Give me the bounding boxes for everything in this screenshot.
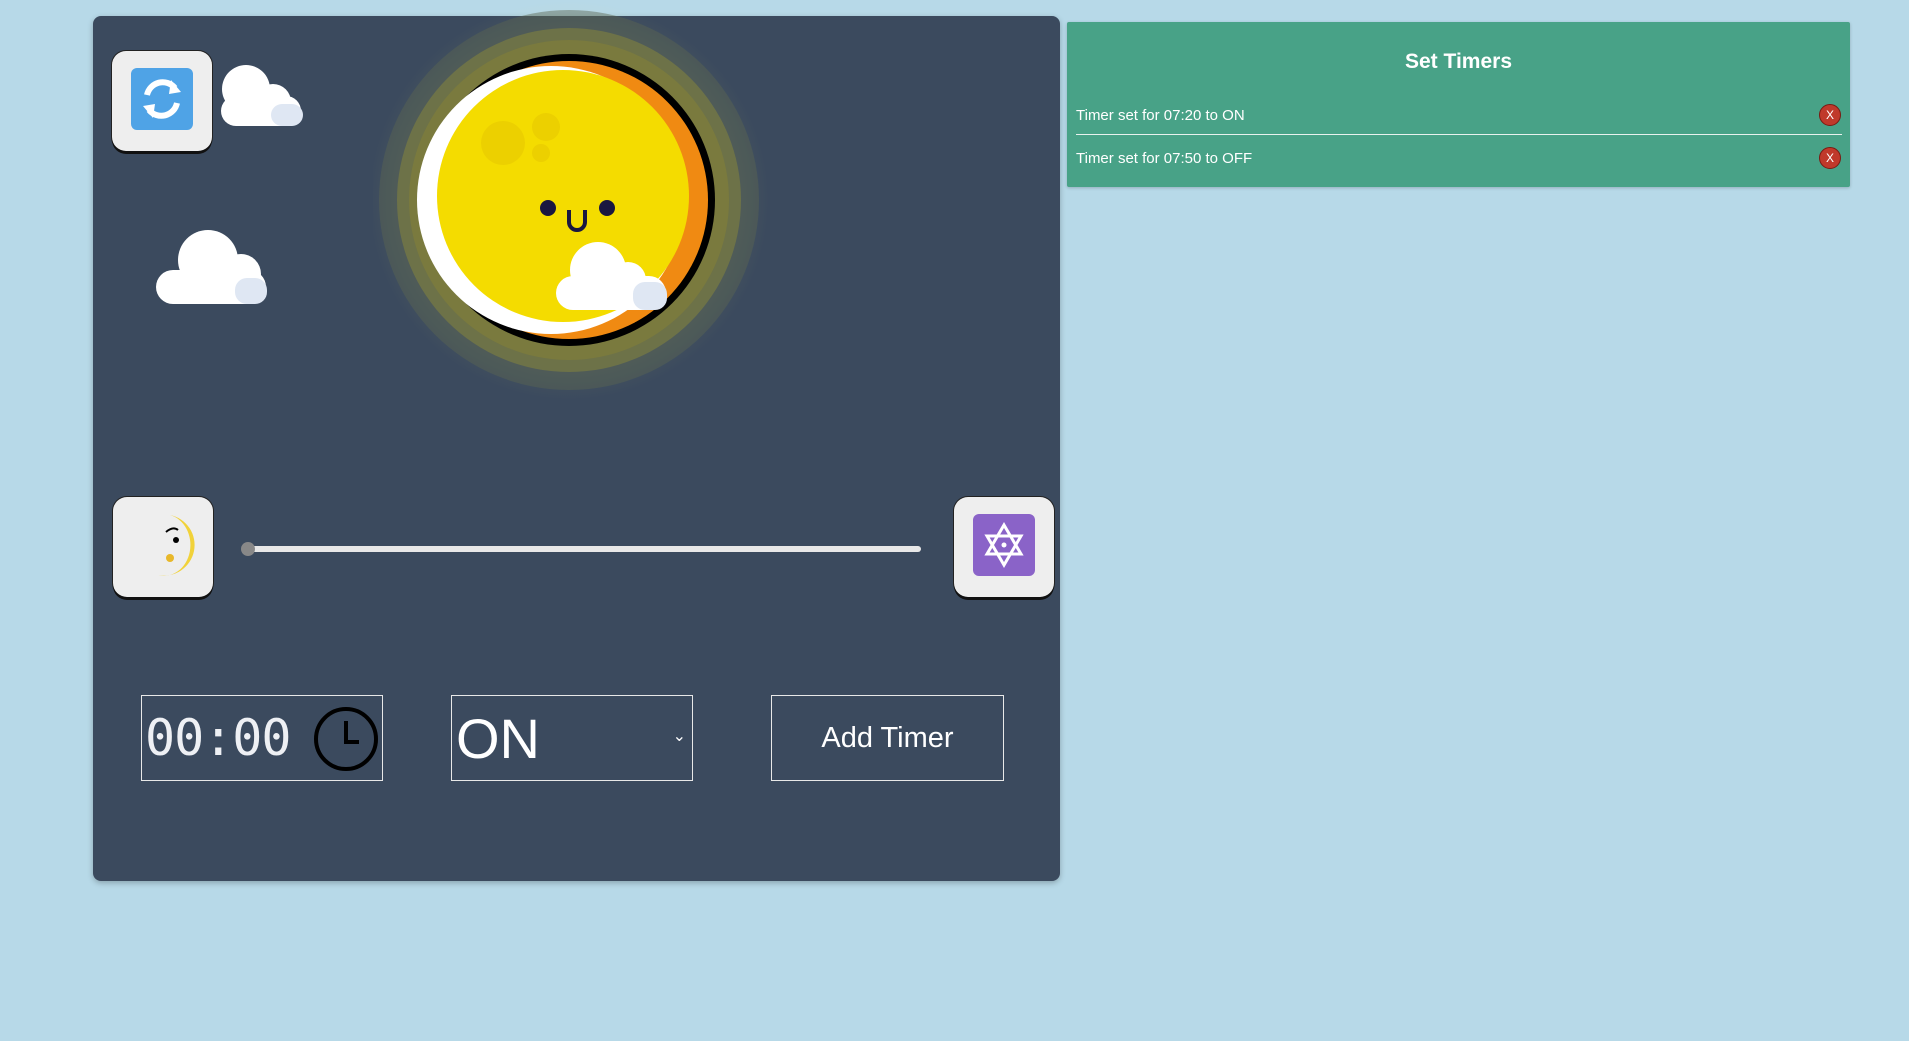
timer-item-text: Timer set for 07:50 to OFF [1076,149,1253,167]
timer-item-text: Timer set for 07:20 to ON [1076,106,1245,124]
mode-selected-value: ON [456,706,540,770]
slider-track[interactable] [246,546,921,552]
star-of-david-icon [973,514,1035,580]
chevron-down-icon: ⌄ [672,728,686,745]
timer-item: Timer set for 07:50 to OFF X [1076,139,1842,177]
control-panel: 00:00 ON ⌄ Add Timer [93,0,1060,881]
timer-item: Timer set for 07:20 to ON X [1076,96,1842,135]
refresh-button[interactable] [112,51,212,151]
delete-timer-button[interactable]: X [1819,147,1841,169]
time-value: 00:00 [145,709,292,767]
timers-panel: Set Timers Timer set for 07:20 to ON X T… [1067,22,1850,187]
cloud-middle-left [156,230,267,304]
delete-timer-button[interactable]: X [1819,104,1841,126]
add-timer-button[interactable]: Add Timer [771,695,1004,781]
crescent-moon-icon [128,510,198,584]
night-mode-button[interactable] [113,497,213,597]
timers-title: Set Timers [1405,50,1512,73]
slider-thumb[interactable] [241,542,255,556]
time-input[interactable]: 00:00 [141,695,383,781]
clock-icon[interactable] [313,706,379,784]
cloud-top-left [221,65,303,126]
smiling-sun-icon [373,0,769,400]
refresh-icon [131,68,193,134]
mode-select[interactable]: ON ⌄ [451,695,693,781]
star-button[interactable] [954,497,1054,597]
